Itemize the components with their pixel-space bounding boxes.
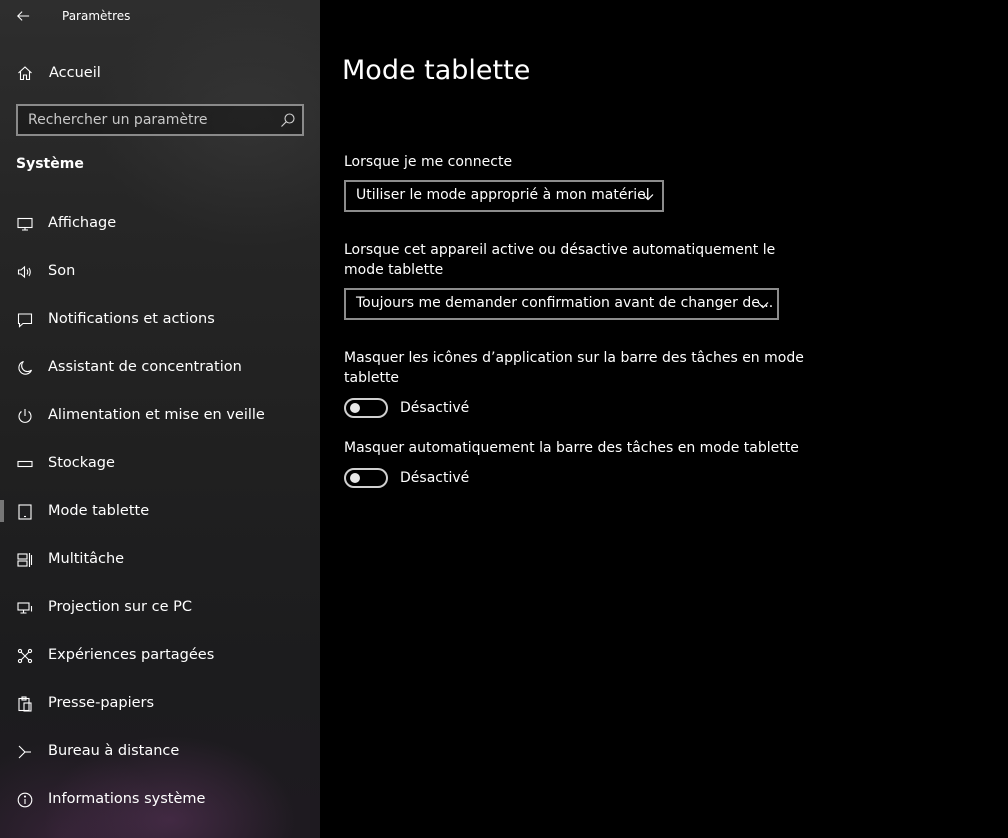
search-icon[interactable] [280,112,296,128]
back-button[interactable] [10,4,36,28]
auto-switch-dropdown[interactable]: Toujours me demander confirmation avant … [344,288,779,320]
home-icon [16,64,34,82]
sidebar-nav: Affichage Son Notifications et actions A… [0,200,320,824]
sidebar-item-clipboard[interactable]: Presse-papiers [0,680,320,728]
dropdown-value: Utiliser le mode approprié à mon matérie… [356,187,650,203]
sidebar-item-label: Affichage [48,215,117,231]
auto-switch-label: Lorsque cet appareil active ou désactive… [344,242,776,278]
sidebar-item-display[interactable]: Affichage [0,200,320,248]
section-heading: Système [16,156,84,172]
toggle-state: Désactivé [400,470,470,486]
storage-icon [16,455,34,473]
clipboard-icon [16,695,34,713]
hide-icons-toggle[interactable] [344,398,388,418]
app-title: Paramètres [62,9,131,23]
toggle-knob [350,403,360,413]
message-icon [16,311,34,329]
sidebar-item-label: Multitâche [48,551,125,567]
sidebar-item-label: Expériences partagées [48,647,215,663]
chevron-down-icon [757,302,769,309]
tablet-icon [16,503,34,521]
sidebar: Paramètres Accueil Système Aff [0,0,320,838]
shared-icon [16,647,34,665]
info-icon [16,791,34,809]
sidebar-item-notifications[interactable]: Notifications et actions [0,296,320,344]
sidebar-item-focus-assist[interactable]: Assistant de concentration [0,344,320,392]
sidebar-item-label: Presse-papiers [48,695,155,711]
auto-hide-taskbar-toggle[interactable] [344,468,388,488]
hide-icons-label: Masquer les icônes d’application sur la … [344,350,804,386]
projection-icon [16,599,34,617]
moon-icon [16,359,34,377]
sidebar-item-remote-desktop[interactable]: Bureau à distance [0,728,320,776]
sidebar-item-storage[interactable]: Stockage [0,440,320,488]
sidebar-item-about[interactable]: Informations système [0,776,320,824]
monitor-icon [16,215,34,233]
back-arrow-icon [17,11,30,21]
search-input[interactable] [18,106,268,134]
sidebar-item-home[interactable]: Accueil [0,56,320,90]
main-content: Mode tablette Lorsque je me connecte Uti… [320,0,1008,838]
sidebar-item-label: Assistant de concentration [48,359,242,375]
auto-hide-taskbar-toggle-row: Désactivé [344,467,469,489]
multitask-icon [16,551,34,569]
chevron-down-icon [642,194,654,201]
sidebar-item-shared-experiences[interactable]: Expériences partagées [0,632,320,680]
sidebar-item-tablet-mode[interactable]: Mode tablette [0,488,320,536]
hide-icons-toggle-row: Désactivé [344,397,469,419]
sidebar-item-label: Notifications et actions [48,311,215,327]
auto-hide-taskbar-label: Masquer automatiquement la barre des tâc… [344,440,799,456]
sidebar-item-label: Informations système [48,791,206,807]
settings-window: Paramètres Accueil Système Aff [0,0,1008,838]
toggle-knob [350,473,360,483]
sidebar-item-label: Alimentation et mise en veille [48,407,265,423]
sidebar-item-label: Son [48,263,76,279]
remote-desktop-icon [16,743,34,761]
power-icon [16,407,34,425]
toggle-state: Désactivé [400,400,470,416]
signin-mode-dropdown[interactable]: Utiliser le mode approprié à mon matérie… [344,180,664,212]
sidebar-item-label: Bureau à distance [48,743,180,759]
speaker-icon [16,263,34,281]
search-box[interactable] [16,104,304,136]
dropdown-value: Toujours me demander confirmation avant … [356,295,774,311]
signin-label: Lorsque je me connecte [344,154,513,170]
home-label: Accueil [49,65,101,81]
sidebar-item-multitasking[interactable]: Multitâche [0,536,320,584]
sidebar-item-label: Mode tablette [48,503,150,519]
title-bar: Paramètres [0,0,320,34]
sidebar-item-power[interactable]: Alimentation et mise en veille [0,392,320,440]
sidebar-item-label: Projection sur ce PC [48,599,192,615]
sidebar-item-label: Stockage [48,455,115,471]
sidebar-item-sound[interactable]: Son [0,248,320,296]
page-title: Mode tablette [342,55,531,86]
sidebar-item-projection[interactable]: Projection sur ce PC [0,584,320,632]
